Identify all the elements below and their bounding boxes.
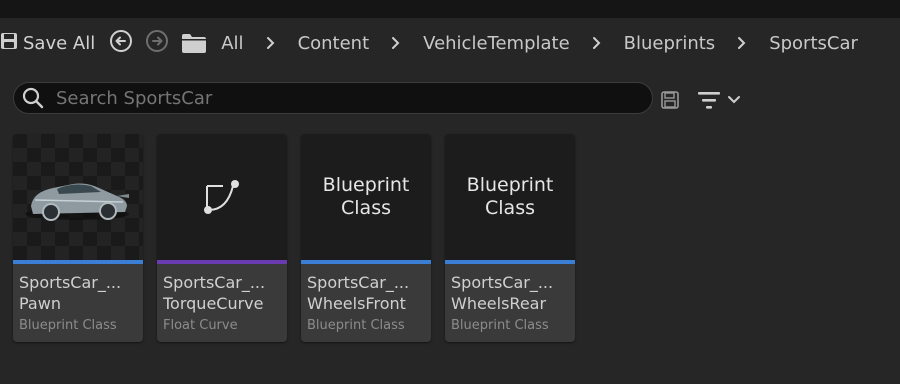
asset-type-label: Blueprint Class [19,318,117,333]
back-arrow-icon [109,29,133,57]
asset-name-line-2: WheelsRear [451,294,547,313]
asset-thumbnail [157,134,287,260]
blueprint-class-thumb-label: Blueprint Class [445,174,575,220]
asset-thumbnail [13,134,143,260]
asset-name-line-2: Pawn [19,294,61,313]
thumb-label-line-2: Class [341,197,391,219]
breadcrumb: All Content VehicleTemplate Blueprints S… [221,33,858,54]
save-search-button[interactable] [660,90,680,110]
thumb-label-line-1: Blueprint [466,174,554,196]
asset-type-color-bar [445,260,575,264]
asset-name: SportsCar_... WheelsRear [451,272,553,314]
curve-icon [204,180,239,214]
asset-type-label: Float Curve [163,318,238,333]
asset-type-label: Blueprint Class [451,318,549,333]
save-all-label: Save All [23,32,96,54]
asset-tile-sportscar-torquecurve[interactable]: SportsCar_... TorqueCurve Float Curve [157,134,287,342]
asset-name-line-2: TorqueCurve [163,294,264,313]
chevron-right-icon[interactable] [592,36,602,50]
asset-tile-sportscar-wheelsfront[interactable]: Blueprint Class SportsCar_... WheelsFron… [301,134,431,342]
title-strip [0,0,900,18]
breadcrumb-item-content[interactable]: Content [298,33,370,54]
asset-tile-sportscar-pawn[interactable]: SportsCar_... Pawn Blueprint Class [13,134,143,342]
forward-arrow-icon [145,29,169,57]
asset-name-line-1: SportsCar_... [451,273,554,292]
search-box [13,82,653,114]
asset-name: SportsCar_... WheelsFront [307,272,409,314]
asset-name: SportsCar_... Pawn [19,272,121,314]
breadcrumb-item-sportscar[interactable]: SportsCar [769,33,858,54]
save-icon [0,31,18,55]
filter-icon [697,89,721,111]
chevron-right-icon[interactable] [266,36,276,50]
asset-type-color-bar [301,260,431,264]
asset-name-line-1: SportsCar_... [307,273,410,292]
asset-name-line-2: WheelsFront [307,294,406,313]
asset-thumbnail: Blueprint Class [445,134,575,260]
blueprint-class-thumb-label: Blueprint Class [301,174,431,220]
search-input[interactable] [54,86,618,110]
filter-dropdown-button[interactable] [697,88,747,112]
asset-tile-sportscar-wheelsrear[interactable]: Blueprint Class SportsCar_... WheelsRear… [445,134,575,342]
chevron-down-icon [727,95,741,105]
breadcrumb-item-blueprints[interactable]: Blueprints [624,33,716,54]
sports-car-thumbnail-icon [25,183,129,221]
breadcrumb-item-vehicletemplate[interactable]: VehicleTemplate [423,33,570,54]
save-all-button[interactable]: Save All [0,18,95,68]
asset-type-color-bar [157,260,287,264]
folder-icon[interactable] [181,32,207,54]
search-icon [22,87,44,109]
save-icon [660,91,680,114]
search-row [0,68,900,130]
chevron-right-icon[interactable] [391,36,401,50]
thumb-label-line-1: Blueprint [322,174,410,196]
forward-button[interactable] [145,29,169,57]
thumb-label-line-2: Class [485,197,535,219]
content-browser-toolbar: Save All All Content VehicleTemplate Blu… [0,18,900,68]
asset-type-label: Blueprint Class [307,318,405,333]
asset-thumbnail: Blueprint Class [301,134,431,260]
asset-type-color-bar [13,260,143,264]
asset-name: SportsCar_... TorqueCurve [163,272,265,314]
asset-name-line-1: SportsCar_... [19,273,122,292]
breadcrumb-item-all[interactable]: All [221,33,243,54]
chevron-right-icon[interactable] [737,36,747,50]
back-button[interactable] [109,29,133,57]
asset-name-line-1: SportsCar_... [163,273,266,292]
